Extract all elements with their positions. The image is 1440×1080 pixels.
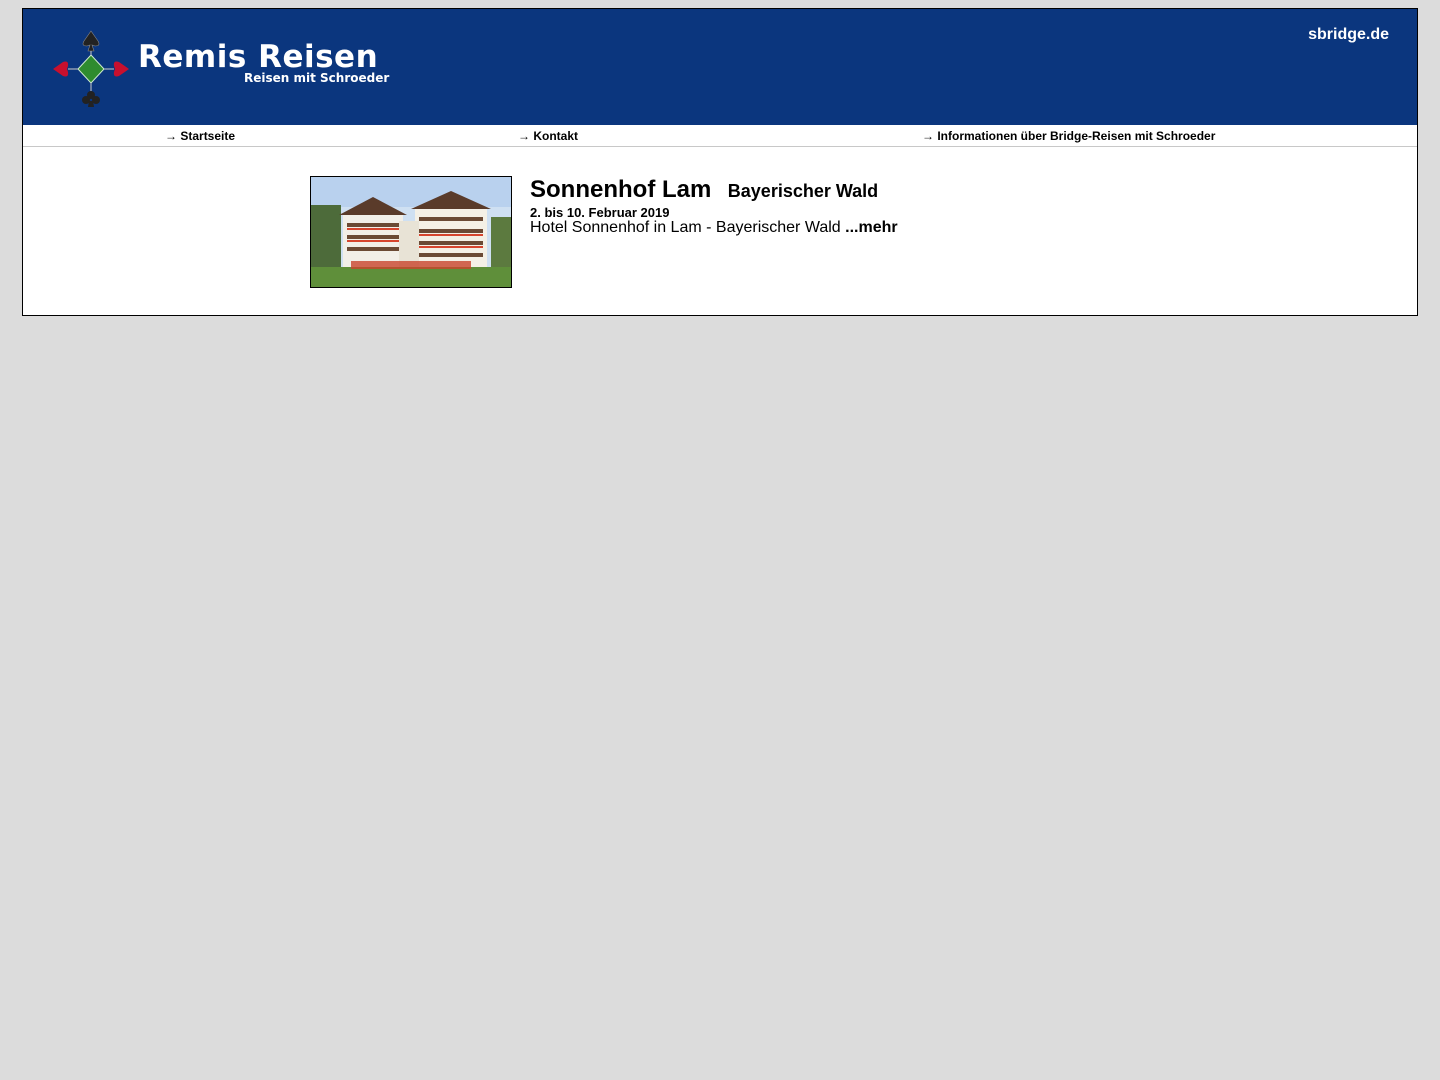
nav-item-informationen[interactable]: → Informationen über Bridge-Reisen mit S… — [922, 129, 1215, 143]
page-frame: Remis Reisen Reisen mit Schroeder sbridg… — [22, 8, 1418, 316]
trip-description: Hotel Sonnenhof in Lam - Bayerischer Wal… — [530, 219, 841, 236]
nav-item-startseite[interactable]: → Startseite — [165, 129, 235, 143]
arrow-right-icon: → — [922, 129, 934, 143]
arrow-right-icon: → — [165, 129, 177, 143]
trip-region: Bayerischer Wald — [727, 181, 879, 201]
trip-dates: 2. bis 10. Februar 2019 — [530, 205, 670, 220]
nav-item-label: Kontakt — [533, 129, 579, 143]
nav-bar: → Startseite → Kontakt → Informationen ü… — [23, 125, 1417, 147]
trip-description-line: Hotel Sonnenhof in Lam - Bayerischer Wal… — [530, 219, 898, 237]
nav-item-kontakt[interactable]: → Kontakt — [518, 129, 578, 143]
brand-subtitle: Reisen mit Schroeder — [244, 71, 390, 85]
more-link[interactable]: ...mehr — [845, 219, 897, 236]
card-suits-logo-icon[interactable] — [51, 29, 131, 109]
arrow-right-icon: → — [518, 129, 530, 143]
sbridge-link[interactable]: sbridge.de — [1308, 26, 1389, 44]
nav-item-label: Informationen über Bridge-Reisen mit Sch… — [937, 129, 1216, 143]
trip-name: Sonnenhof Lam — [530, 176, 712, 203]
trip-heading: Sonnenhof Lam Bayerischer Wald — [530, 176, 878, 204]
hotel-photo[interactable] — [310, 176, 512, 288]
brand-title: Remis Reisen — [138, 39, 379, 75]
nav-item-label: Startseite — [180, 129, 236, 143]
site-header: Remis Reisen Reisen mit Schroeder sbridg… — [23, 9, 1417, 125]
